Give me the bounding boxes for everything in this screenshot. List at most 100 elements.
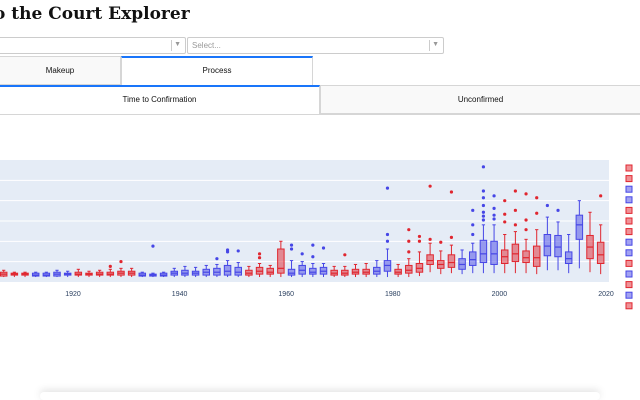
box-outlier [417, 234, 422, 239]
x-tick-label: 1960 [278, 291, 294, 298]
box-body [405, 264, 413, 274]
legend-item-swatch[interactable] [625, 238, 633, 246]
legend-item-swatch[interactable] [625, 164, 633, 172]
legend-item-swatch[interactable] [625, 291, 633, 299]
box-outlier [545, 203, 549, 208]
box-outlier [385, 232, 390, 237]
box-body [309, 267, 317, 275]
tab-makeup[interactable]: Makeup [0, 56, 121, 85]
box-body [522, 250, 530, 264]
box-outlier [225, 248, 230, 252]
box-outlier [151, 244, 155, 248]
chevron-down-icon[interactable]: ▼ [432, 41, 439, 48]
box-outlier [524, 218, 528, 222]
box-mark [42, 271, 51, 278]
box-outlier [407, 228, 411, 232]
box-outlier [492, 194, 496, 198]
box-outlier [535, 196, 539, 200]
x-tick-label: 2020 [598, 291, 614, 298]
box-body [479, 239, 488, 264]
filter-dropdown-left[interactable]: ▼ [0, 37, 186, 54]
box-outlier [385, 186, 390, 190]
box-outlier [417, 239, 422, 243]
box-outlier [439, 240, 443, 244]
box-outlier [300, 252, 304, 256]
box-outlier [119, 259, 123, 264]
box-body [469, 251, 477, 266]
box-outlier [503, 220, 507, 224]
legend-item-swatch[interactable] [625, 281, 633, 289]
box-outlier [471, 223, 475, 227]
box-outlier [524, 228, 528, 232]
box-outlier [407, 250, 411, 254]
box-outlier [289, 243, 294, 247]
box-outlier [471, 208, 475, 212]
tab-makeup-label: Makeup [45, 66, 75, 75]
box-outlier [257, 256, 262, 260]
box-outlier [481, 214, 486, 218]
dropdown-separator [429, 40, 430, 51]
tab-process-label: Process [202, 66, 232, 75]
legend-item-swatch[interactable] [625, 249, 633, 257]
legend-item-swatch[interactable] [625, 228, 633, 236]
box-mark [31, 271, 40, 278]
box-outlier [481, 165, 486, 169]
box-outlier [492, 217, 496, 221]
box-plot-chart: 1920 1940 1960 1980 2000 2020 [0, 160, 633, 310]
box-outlier [481, 196, 486, 200]
primary-tabs: Makeup Process [0, 56, 313, 86]
legend-item-swatch[interactable] [625, 175, 633, 183]
x-axis-ticks: 1920 1940 1960 1980 2000 2020 [65, 291, 614, 298]
box-outlier [481, 210, 486, 214]
box-outlier [343, 253, 347, 257]
box-outlier [471, 232, 475, 237]
legend-item-swatch[interactable] [625, 217, 633, 225]
legend-item-swatch[interactable] [625, 206, 633, 214]
legend-item-swatch[interactable] [625, 185, 633, 193]
box-body [277, 248, 285, 274]
box-body [234, 266, 242, 276]
box-mark [159, 271, 168, 278]
box-outlier [524, 192, 528, 196]
legend-item-swatch[interactable] [625, 302, 633, 310]
chevron-down-icon[interactable]: ▼ [174, 41, 181, 48]
legend-item-swatch[interactable] [625, 270, 633, 278]
box-body [490, 240, 498, 265]
x-tick-label: 1980 [385, 291, 401, 298]
box-outlier [503, 212, 507, 216]
box-body [596, 241, 605, 265]
filter-dropdown-right[interactable]: Select... ▼ [187, 37, 444, 54]
box-body [266, 267, 274, 275]
x-tick-label: 2000 [492, 291, 508, 298]
box-outlier [385, 239, 390, 243]
box-outlier [428, 184, 432, 188]
box-outlier [513, 223, 517, 227]
box-outlier [492, 206, 496, 210]
legend-item-swatch[interactable] [625, 259, 633, 267]
box-mark [138, 271, 147, 278]
box-body [287, 268, 296, 276]
box-outlier [449, 190, 454, 194]
x-tick-label: 1940 [172, 291, 188, 298]
tab-process[interactable]: Process [121, 56, 313, 85]
box-outlier [215, 257, 219, 261]
bottom-panel-edge [40, 392, 600, 400]
box-outlier [321, 246, 326, 250]
box-outlier [481, 189, 486, 193]
box-outlier [407, 239, 411, 243]
box-body [554, 234, 562, 258]
box-outlier [556, 208, 560, 212]
box-outlier [108, 264, 112, 268]
page-title: o the Court Explorer [0, 4, 190, 24]
box-body [575, 214, 584, 240]
legend[interactable] [625, 164, 633, 310]
box-body [426, 254, 434, 265]
box-outlier [289, 247, 294, 251]
box-outlier [481, 203, 486, 208]
legend-item-swatch[interactable] [625, 196, 633, 204]
box-body [543, 234, 552, 257]
box-outlier [449, 235, 454, 239]
x-tick-label: 1920 [65, 291, 81, 298]
box-outlier [311, 255, 315, 259]
box-outlier [492, 213, 496, 217]
